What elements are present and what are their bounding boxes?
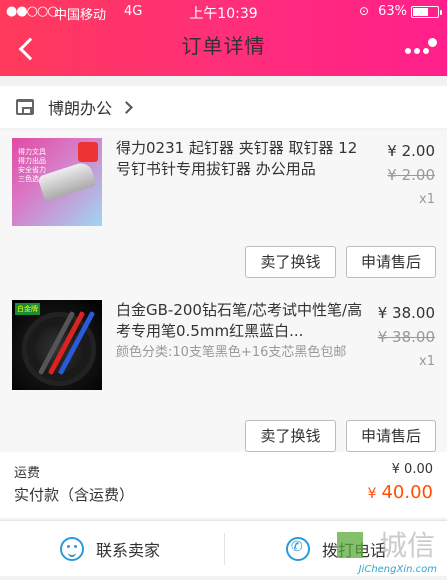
battery-icon xyxy=(411,6,442,18)
after-sale-button[interactable]: 申请售后 xyxy=(346,246,436,278)
divider xyxy=(224,533,225,565)
rotation-lock-icon: ⊙ xyxy=(358,4,369,18)
original-price: ¥ 2.00 xyxy=(387,166,435,184)
shipping-value: ¥ 0.00 xyxy=(391,462,433,477)
product-spec: 颜色分类:10支笔黑色+16支芯黑色包邮 xyxy=(116,345,347,360)
chevron-right-icon xyxy=(120,100,133,114)
sell-button[interactable]: 卖了换钱 xyxy=(245,246,336,278)
after-sale-button[interactable]: 申请售后 xyxy=(346,420,436,452)
more-dot xyxy=(405,48,411,54)
product-thumbnail[interactable]: 得力文具 得力出品 安全省力 三色选 xyxy=(12,138,102,228)
chat-icon xyxy=(60,537,84,561)
nav-bar: 订单详情 xyxy=(0,24,447,76)
battery-percent: 63% xyxy=(378,4,407,19)
more-dot xyxy=(423,48,429,54)
more-dot xyxy=(414,48,420,54)
paid-total: ¥ 40.00 xyxy=(367,482,433,503)
phone-icon xyxy=(286,537,310,561)
sell-button[interactable]: 卖了换钱 xyxy=(245,420,336,452)
store-icon xyxy=(16,99,34,115)
watermark: 城信 JiChengXin.com xyxy=(329,524,441,580)
brand-label: 白金牌 xyxy=(15,303,40,315)
product-quantity: x1 xyxy=(419,354,435,369)
notification-dot xyxy=(428,38,437,47)
brand-badge xyxy=(78,142,98,162)
product-quantity: x1 xyxy=(419,192,435,207)
order-totals: 运费 ¥ 0.00 实付款（含运费） ¥ 40.00 xyxy=(0,452,447,518)
paid-amount: 40.00 xyxy=(381,482,433,503)
product-title[interactable]: 白金GB-200钻石笔/芯考试中性笔/高考专用笔0.5mm红黑蓝白... xyxy=(116,300,364,342)
shop-name: 博朗办公 xyxy=(48,99,113,118)
order-item[interactable]: 得力文具 得力出品 安全省力 三色选 得力0231 起钉器 夹钉器 取钉器 12… xyxy=(0,130,447,228)
order-item[interactable]: 白金牌 白金GB-200钻石笔/芯考试中性笔/高考专用笔0.5mm红黑蓝白...… xyxy=(0,292,447,400)
paid-label: 实付款（含运费） xyxy=(14,486,135,504)
product-title[interactable]: 得力0231 起钉器 夹钉器 取钉器 12号钉书针专用拔钉器 办公用品 xyxy=(116,138,364,180)
battery-fill xyxy=(413,8,429,16)
shop-row[interactable]: 博朗办公 xyxy=(0,86,447,128)
header: ●●○○○ 中国移动 4G 上午10:39 ⊙ 63% 订单详情 xyxy=(0,0,447,76)
watermark-url: JiChengXin.com xyxy=(358,564,437,575)
contact-seller-label: 联系卖家 xyxy=(96,541,161,560)
shipping-label: 运费 xyxy=(14,466,41,481)
product-price: ¥ 2.00 xyxy=(387,142,435,160)
contact-seller-button[interactable]: 联系卖家 xyxy=(60,521,160,577)
watermark-text: 城信 xyxy=(378,529,435,562)
page-title: 订单详情 xyxy=(181,34,266,58)
status-bar: ●●○○○ 中国移动 4G 上午10:39 ⊙ 63% xyxy=(0,0,447,24)
product-thumbnail[interactable]: 白金牌 xyxy=(12,300,102,390)
product-price: ¥ 38.00 xyxy=(377,304,435,322)
watermark-logo xyxy=(337,532,363,558)
item-actions: 卖了换钱 申请售后 xyxy=(0,226,447,292)
paid-currency: ¥ xyxy=(367,486,377,502)
more-button[interactable] xyxy=(403,38,437,62)
original-price: ¥ 38.00 xyxy=(377,328,435,346)
